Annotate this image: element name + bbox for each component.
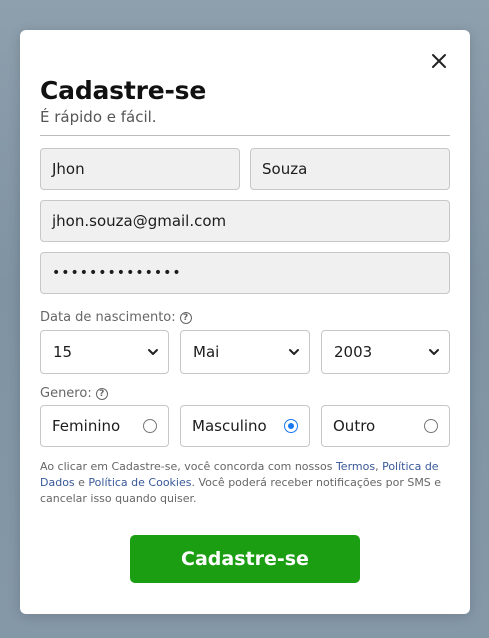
cookie-policy-link[interactable]: Política de Cookies: [88, 476, 191, 489]
birthdate-label: Data de nascimento: ?: [40, 310, 192, 325]
help-icon[interactable]: ?: [95, 387, 108, 400]
help-icon[interactable]: ?: [179, 311, 192, 324]
terms-text: Ao clicar em Cadastre-se, você concorda …: [40, 459, 452, 507]
chevron-down-icon: [148, 349, 158, 355]
gender-option-feminino[interactable]: Feminino: [40, 405, 169, 447]
close-icon[interactable]: [430, 52, 448, 70]
terms-link[interactable]: Termos: [336, 460, 375, 473]
month-select[interactable]: Mai: [180, 330, 310, 374]
year-value: 2003: [334, 343, 373, 361]
chevron-down-icon: [429, 349, 439, 355]
gender-option-label: Outro: [333, 417, 376, 435]
radio-button[interactable]: [143, 419, 157, 433]
birthdate-label-text: Data de nascimento:: [40, 310, 176, 325]
radio-button[interactable]: [424, 419, 438, 433]
divider: [40, 135, 450, 136]
year-select[interactable]: 2003: [321, 330, 450, 374]
last-name-field[interactable]: Souza: [250, 148, 450, 190]
gender-option-label: Masculino: [192, 417, 267, 435]
password-field[interactable]: ••••••••••••••: [40, 252, 450, 294]
modal-subtitle: É rápido e fácil.: [40, 108, 157, 126]
email-field[interactable]: jhon.souza@gmail.com: [40, 200, 450, 242]
radio-button[interactable]: [284, 419, 298, 433]
signup-modal: Cadastre-se É rápido e fácil. Jhon Souza…: [20, 30, 470, 614]
first-name-field[interactable]: Jhon: [40, 148, 240, 190]
day-value: 15: [53, 343, 73, 361]
terms-text-part: e: [74, 476, 89, 489]
day-select[interactable]: 15: [40, 330, 169, 374]
chevron-down-icon: [289, 349, 299, 355]
month-value: Mai: [193, 343, 220, 361]
gender-option-label: Feminino: [52, 417, 121, 435]
gender-label: Genero: ?: [40, 386, 108, 401]
terms-text-part: Ao clicar em Cadastre-se, você concorda …: [40, 460, 336, 473]
gender-label-text: Genero:: [40, 386, 92, 401]
signup-submit-button[interactable]: Cadastre-se: [130, 535, 360, 583]
gender-option-outro[interactable]: Outro: [321, 405, 450, 447]
gender-option-masculino[interactable]: Masculino: [180, 405, 310, 447]
modal-title: Cadastre-se: [40, 76, 207, 105]
